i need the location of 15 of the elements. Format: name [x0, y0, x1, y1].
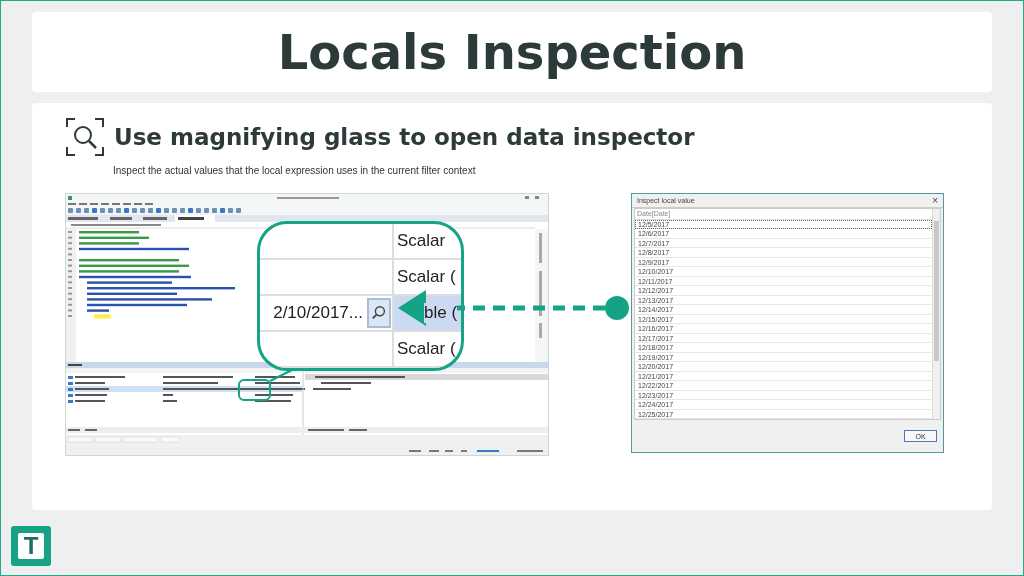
- search-icon: [370, 304, 388, 322]
- type-text: Scalar: [397, 231, 446, 251]
- highlight-outline: [238, 379, 271, 401]
- logo-letter: T: [18, 533, 44, 559]
- close-button[interactable]: ×: [932, 195, 938, 206]
- section-description: Inspect the actual values that the local expression uses in the current filter context: [113, 165, 477, 176]
- slide-title: Locals Inspection: [277, 24, 747, 80]
- magnifier-icon: [65, 117, 105, 157]
- search-button[interactable]: [367, 298, 391, 328]
- type-text: Scalar (: [397, 339, 456, 359]
- type-text: Scalar (: [397, 267, 456, 287]
- value-text: 2/10/2017...: [273, 303, 363, 323]
- section-heading: Use magnifying glass to open data inspector: [114, 124, 695, 150]
- scrollbar[interactable]: [932, 209, 940, 419]
- type-text: ble (: [424, 303, 458, 323]
